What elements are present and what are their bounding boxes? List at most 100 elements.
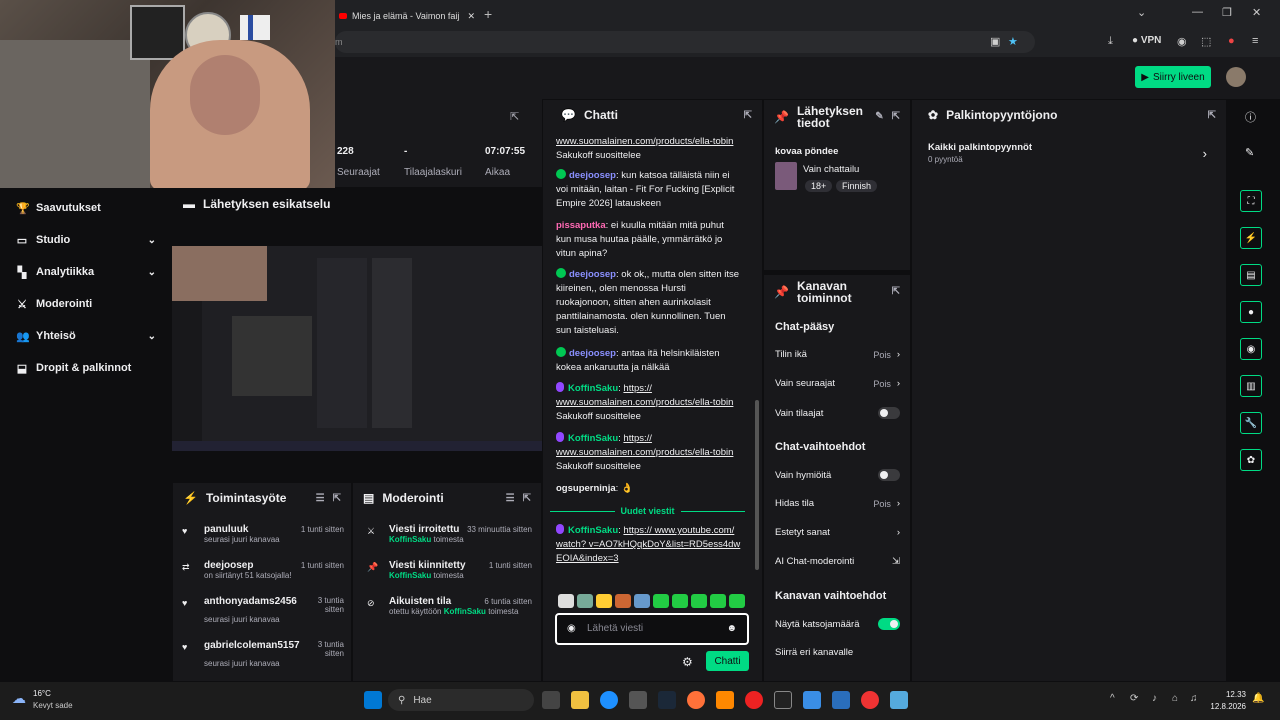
sidebar-item-moderation[interactable]: ⚔ Moderointi: [16, 294, 156, 314]
opera-icon[interactable]: [745, 691, 763, 709]
popout-icon[interactable]: ⇱: [523, 493, 531, 504]
chat-scrollbar[interactable]: [755, 400, 759, 570]
popout-icon[interactable]: ⇱: [744, 110, 752, 121]
account-icon[interactable]: ◉: [1177, 35, 1187, 48]
chat-username[interactable]: KoffinSaku: [568, 433, 618, 444]
notifications-icon[interactable]: 🔔: [1252, 693, 1264, 704]
network-icon[interactable]: ⌂: [1172, 693, 1178, 704]
address-bar[interactable]: m: [335, 31, 1035, 53]
stream-category[interactable]: Vain chattailu: [803, 164, 859, 175]
emote-only-toggle[interactable]: [878, 469, 900, 481]
chat-username[interactable]: deejoosep: [569, 170, 616, 181]
emote[interactable]: [577, 594, 593, 608]
weather-cloud-icon[interactable]: ☁: [12, 690, 26, 707]
edit-pencil-icon[interactable]: ✎: [875, 111, 883, 123]
tray-chevron-icon[interactable]: ^: [1110, 693, 1115, 704]
emote[interactable]: [710, 594, 726, 608]
popout-icon[interactable]: ⇱: [892, 111, 900, 123]
setting-row[interactable]: Vain seuraajat Pois ›: [775, 378, 900, 389]
wrench-icon[interactable]: 🔧: [1240, 412, 1262, 434]
sidebar-item-community[interactable]: 👥 Yhteisö ⌄: [16, 326, 156, 346]
file-explorer-icon[interactable]: [571, 691, 589, 709]
avatar[interactable]: [1226, 67, 1246, 87]
sidebar-item-drops[interactable]: ⬓ Dropit & palkinnot: [16, 358, 156, 378]
sync-icon[interactable]: ⟳: [1130, 693, 1138, 704]
emote[interactable]: [634, 594, 650, 608]
edit-pencil-icon[interactable]: ✎: [1245, 146, 1254, 159]
emote[interactable]: [672, 594, 688, 608]
vlc-icon[interactable]: [716, 691, 734, 709]
chat-username[interactable]: ogsuperninja: [556, 483, 616, 494]
reward-queue-item[interactable]: Kaikki palkintopyynnöt 0 pyyntöä ›: [928, 142, 1213, 172]
show-viewer-count-toggle[interactable]: [878, 618, 900, 630]
subscribers-only-toggle[interactable]: [878, 407, 900, 419]
stream-preview-video[interactable]: [172, 246, 542, 451]
chat-username[interactable]: deejoosep: [569, 269, 616, 280]
tag-chip[interactable]: 18+: [805, 180, 833, 192]
info-icon[interactable]: ⓘ: [1245, 109, 1256, 125]
close-tab-icon[interactable]: ✕: [467, 11, 475, 22]
opera-gx-icon[interactable]: [861, 691, 879, 709]
popout-icon[interactable]: ⇱: [1208, 110, 1216, 121]
chat-input[interactable]: ◉ Lähetä viesti ☻: [555, 613, 749, 645]
new-tab-button[interactable]: +: [484, 6, 492, 22]
emote[interactable]: [653, 594, 669, 608]
popout-icon[interactable]: ⇱: [892, 286, 900, 298]
send-chat-button[interactable]: Chatti: [706, 651, 749, 671]
tab-list-chevron-icon[interactable]: ⌄: [1137, 6, 1146, 19]
volume-icon[interactable]: ♫: [1190, 693, 1198, 704]
screenshot-icon[interactable]: ▣: [990, 35, 1000, 48]
go-live-button[interactable]: ▶ Siirry liveen: [1135, 66, 1211, 88]
emote[interactable]: [691, 594, 707, 608]
chat-username[interactable]: pissaputka: [556, 220, 606, 231]
snipping-tool-icon[interactable]: [803, 691, 821, 709]
app-icon[interactable]: [832, 691, 850, 709]
chat-link[interactable]: www.suomalainen.com/products/ella-tobin: [556, 136, 733, 147]
close-window-button[interactable]: ✕: [1252, 6, 1261, 19]
steam-icon[interactable]: [658, 691, 676, 709]
chat-username[interactable]: KoffinSaku: [568, 383, 618, 394]
edge-icon[interactable]: [600, 691, 618, 709]
badge-selector-icon[interactable]: ◉: [567, 623, 576, 634]
layout-icon[interactable]: ▥: [1240, 375, 1262, 397]
task-view-icon[interactable]: [542, 691, 560, 709]
clip-icon[interactable]: ⛶: [1240, 190, 1262, 212]
bookmark-star-icon[interactable]: ★: [1008, 35, 1018, 48]
chat-settings-gear-icon[interactable]: ⚙: [682, 655, 693, 669]
tag-chip[interactable]: Finnish: [836, 180, 878, 192]
filter-icon[interactable]: ☰: [506, 493, 515, 504]
vpn-badge[interactable]: ● VPN: [1132, 35, 1161, 46]
popout-icon[interactable]: ⇱: [333, 493, 341, 504]
setting-row[interactable]: AI Chat-moderointi ⇲: [775, 556, 900, 567]
setting-row[interactable]: Siirrä eri kanavalle: [775, 647, 900, 658]
emote[interactable]: [558, 594, 574, 608]
clock-date[interactable]: 12.8.2026: [1208, 702, 1246, 711]
broadcast-icon[interactable]: ◉: [1240, 338, 1262, 360]
windows-start-icon[interactable]: [364, 691, 382, 709]
minimize-button[interactable]: —: [1192, 6, 1203, 18]
browser-tab[interactable]: Mies ja elämä - Vaimon faij ✕: [335, 6, 475, 26]
setting-row[interactable]: Hidas tila Pois ›: [775, 498, 900, 509]
filter-icon[interactable]: ☰: [316, 493, 325, 504]
download-icon[interactable]: ⤓: [1108, 35, 1113, 48]
chat-username[interactable]: deejoosep: [569, 348, 616, 359]
chat-bubble-icon[interactable]: ●: [1240, 301, 1262, 323]
clock-time[interactable]: 12.33: [1224, 690, 1246, 699]
setting-row[interactable]: Tilin ikä Pois ›: [775, 349, 900, 360]
rewards-icon[interactable]: ✿: [1240, 449, 1262, 471]
menu-icon[interactable]: ≡: [1252, 35, 1258, 47]
emote-picker-icon[interactable]: ☻: [726, 623, 737, 634]
sidebar-item-studio[interactable]: ▭ Studio ⌄: [16, 230, 156, 250]
sidebar-item-analytics[interactable]: ▚ Analytiikka ⌄: [16, 262, 156, 282]
terminal-icon[interactable]: [774, 691, 792, 709]
popout-icon[interactable]: ⇱: [510, 110, 519, 123]
microphone-icon[interactable]: ♪: [1152, 693, 1157, 704]
taskbar-search[interactable]: ⚲ Hae: [388, 689, 534, 711]
maximize-button[interactable]: ❐: [1222, 6, 1232, 19]
firefox-icon[interactable]: [687, 691, 705, 709]
sidebar-item-achievements[interactable]: 🏆 Saavutukset: [16, 198, 156, 218]
extensions-icon[interactable]: ⬚: [1201, 35, 1211, 48]
chat-username[interactable]: KoffinSaku: [568, 525, 618, 536]
emote[interactable]: [615, 594, 631, 608]
opera-icon[interactable]: ●: [1228, 35, 1235, 47]
